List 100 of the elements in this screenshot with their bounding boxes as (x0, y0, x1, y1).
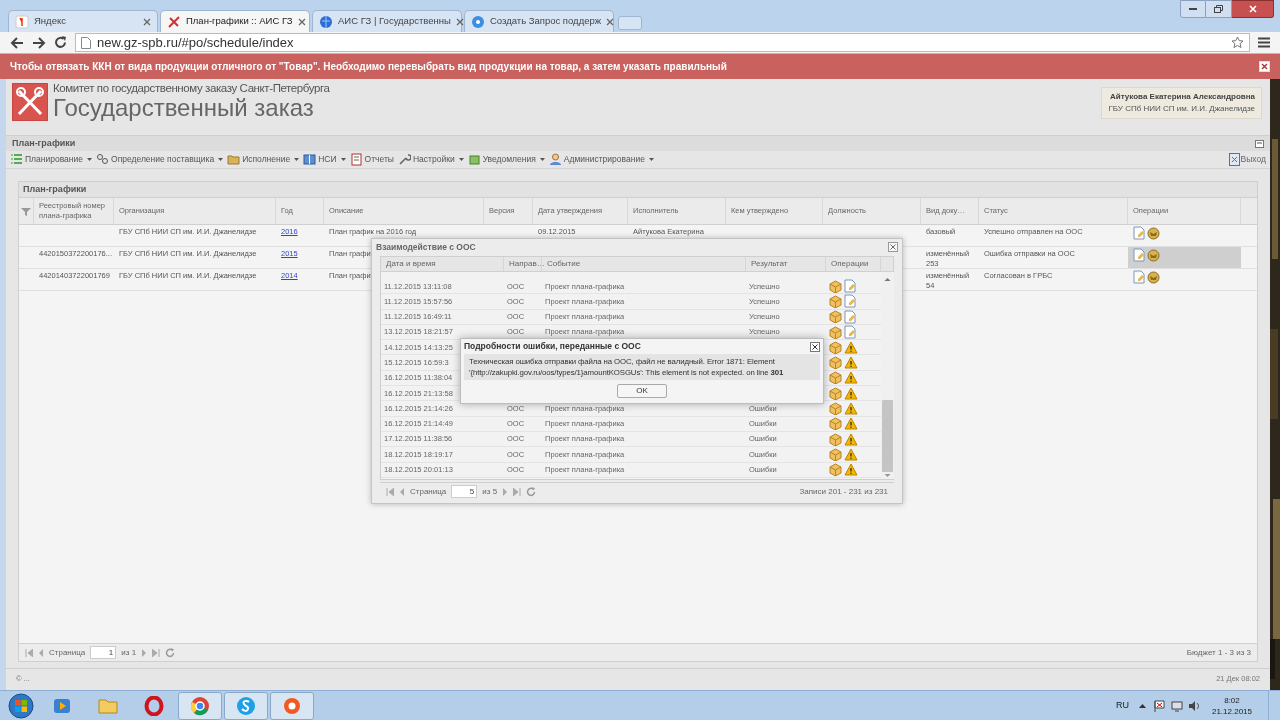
previous-page-icon[interactable] (38, 648, 44, 657)
panel-title: План-графики (23, 182, 87, 196)
taskbar-app-button[interactable] (178, 691, 222, 720)
user-organization: ГБУ СПб НИИ СП им. И.И. Джанелидзе (1108, 103, 1255, 115)
box-icon[interactable] (829, 463, 842, 477)
column-header[interactable]: Операции (826, 257, 881, 271)
show-hidden-icon[interactable] (1138, 703, 1146, 708)
back-icon[interactable] (10, 36, 24, 49)
toolbar-menu-button[interactable]: Уведомления (467, 153, 545, 166)
browser-tab[interactable]: План-графики :: АИС ГЗ (160, 10, 310, 32)
filter-icon[interactable] (21, 206, 31, 216)
warning-icon[interactable] (844, 371, 858, 385)
browser-tab[interactable]: Яндекс (8, 10, 158, 32)
box-icon[interactable] (829, 325, 842, 339)
browser-tab[interactable]: АИС ГЗ | Государственны (312, 10, 462, 32)
toolbar-icon (96, 153, 109, 166)
opera-icon (144, 695, 164, 716)
close-icon[interactable] (810, 341, 820, 352)
reload-icon[interactable] (54, 36, 67, 49)
last-page-icon[interactable] (513, 487, 522, 496)
browser-tab[interactable]: Создать Запрос поддерж (464, 10, 614, 32)
bookmark-star-icon[interactable] (1231, 36, 1244, 49)
taskbar-clock[interactable]: 8:02 21.12.2015 (1211, 694, 1252, 717)
toolbar-menu-button[interactable]: Отчеты (349, 153, 394, 166)
emblem-icon[interactable] (1147, 248, 1160, 262)
warning-icon[interactable] (844, 340, 858, 354)
warning-icon[interactable] (844, 386, 858, 400)
document-icon[interactable] (844, 309, 856, 324)
close-icon (1248, 5, 1257, 13)
warning-icon[interactable] (844, 432, 858, 446)
forward-icon[interactable] (32, 36, 46, 49)
page-icon (81, 36, 91, 49)
page-input[interactable]: 1 (90, 646, 117, 659)
column-header[interactable]: Направ… (504, 257, 542, 271)
emblem-icon[interactable] (1147, 226, 1160, 240)
toolbar-menu-button[interactable]: Администрирование (548, 153, 654, 166)
document-icon[interactable] (1133, 270, 1145, 284)
box-icon[interactable] (829, 447, 842, 461)
document-icon[interactable] (844, 294, 856, 309)
column-header[interactable]: Дата и время (381, 257, 504, 271)
flag-icon[interactable] (1153, 699, 1166, 712)
toolbar-menu-button[interactable]: Определение поставщика (96, 153, 224, 166)
ok-button[interactable]: OK (617, 384, 667, 398)
box-icon[interactable] (829, 340, 842, 354)
warning-icon[interactable] (844, 356, 858, 370)
dialog-title: Взаимодействие с ООС (376, 240, 477, 254)
emblem-icon[interactable] (1147, 270, 1160, 284)
next-page-icon[interactable] (141, 648, 148, 657)
notification-banner: Чтобы отвязать ККН от вида продукции отличного от "Товар". Необходимо перевыбрать вид продукции на товар, а затем указать правильный (0, 54, 1280, 79)
close-icon[interactable] (888, 242, 898, 252)
network-icon[interactable] (1170, 699, 1183, 712)
user-name: Айтукова Екатерина Александровна (1110, 91, 1255, 103)
minimize-icon (1189, 7, 1197, 11)
box-icon[interactable] (829, 371, 842, 385)
refresh-icon[interactable] (526, 486, 537, 497)
minimize-button[interactable] (1180, 0, 1206, 18)
warning-icon[interactable] (844, 417, 858, 431)
warning-icon[interactable] (844, 447, 858, 461)
scrollbar-drawing[interactable] (881, 272, 894, 479)
taskbar-app-button[interactable] (270, 691, 314, 720)
collapse-icon[interactable] (1255, 139, 1264, 148)
toolbar-menu-button[interactable]: Исполнение (227, 153, 300, 166)
volume-icon[interactable] (1187, 699, 1200, 712)
box-icon[interactable] (829, 310, 842, 324)
next-page-icon[interactable] (502, 487, 509, 496)
document-icon[interactable] (1133, 248, 1145, 262)
first-page-icon[interactable] (386, 487, 394, 496)
refresh-icon[interactable] (165, 647, 176, 658)
toolbar-menu-button[interactable]: НСИ (303, 153, 346, 166)
box-icon[interactable] (829, 432, 842, 446)
warning-icon[interactable] (844, 402, 858, 415)
box-icon[interactable] (829, 386, 842, 400)
last-page-icon[interactable] (152, 648, 161, 657)
first-page-icon[interactable] (25, 648, 33, 657)
logout-button[interactable]: Выход (1228, 153, 1266, 166)
previous-page-icon[interactable] (399, 487, 405, 496)
address-field[interactable]: new.gz-spb.ru/#po/schedule/index (75, 33, 1250, 52)
box-icon[interactable] (829, 402, 842, 415)
toolbar-icon (467, 153, 481, 166)
toolbar-menu-button[interactable]: Планирование (10, 153, 92, 166)
column-header[interactable]: Событие (542, 257, 746, 271)
box-icon[interactable] (829, 294, 842, 308)
document-icon[interactable] (844, 279, 856, 294)
language-indicator[interactable]: RU (1115, 698, 1129, 713)
document-icon[interactable] (1133, 226, 1145, 240)
section-title: План-графики (12, 136, 77, 150)
toolbar-menu-button[interactable]: Настройки (397, 153, 464, 166)
column-header[interactable]: Результат (746, 257, 826, 271)
box-icon[interactable] (829, 417, 842, 431)
page-input[interactable]: 5 (451, 485, 478, 498)
close-button[interactable] (1232, 0, 1274, 18)
box-icon[interactable] (829, 279, 842, 293)
warning-icon[interactable] (844, 463, 858, 477)
page-count: из 1 (121, 646, 137, 659)
box-icon[interactable] (829, 356, 842, 370)
taskbar-app-button[interactable] (224, 691, 268, 720)
toolbar-icon (349, 153, 363, 166)
menu-icon[interactable] (1258, 37, 1270, 48)
page-label: Страница (49, 646, 86, 659)
restore-button[interactable] (1206, 0, 1232, 18)
